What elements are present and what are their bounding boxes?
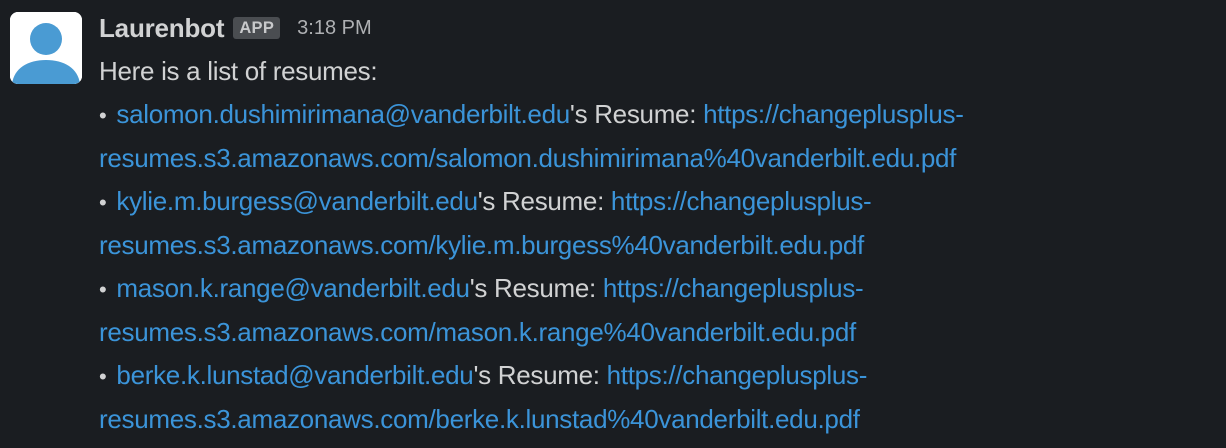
- resume-url-link-continued[interactable]: resumes.s3.amazonaws.com/kylie.m.burgess…: [99, 230, 864, 260]
- resume-url-link[interactable]: https://changeplusplus-: [607, 360, 868, 390]
- email-link[interactable]: salomon.dushimirimana@vanderbilt.edu: [116, 99, 570, 129]
- sender-name[interactable]: Laurenbot: [99, 13, 225, 44]
- resume-label: 's Resume:: [477, 186, 611, 216]
- resume-url-link[interactable]: https://changeplusplus-: [603, 273, 864, 303]
- message-intro: Here is a list of resumes:: [99, 56, 378, 86]
- chat-message: Laurenbot APP 3:18 PM Here is a list of …: [0, 0, 1226, 448]
- resume-label: 's Resume:: [569, 99, 704, 129]
- resume-url-link[interactable]: https://changeplusplus-: [703, 99, 964, 129]
- message-timestamp[interactable]: 3:18 PM: [297, 17, 371, 40]
- bullet-icon: •: [99, 103, 107, 128]
- email-link[interactable]: kylie.m.burgess@vanderbilt.edu: [116, 186, 478, 216]
- message-header: Laurenbot APP 3:18 PM: [99, 6, 1214, 50]
- bullet-icon: •: [99, 190, 107, 215]
- resume-url-link-continued[interactable]: resumes.s3.amazonaws.com/salomon.dushimi…: [99, 143, 956, 173]
- resume-url-link-continued[interactable]: resumes.s3.amazonaws.com/berke.k.lunstad…: [99, 404, 860, 434]
- email-link[interactable]: berke.k.lunstad@vanderbilt.edu: [116, 360, 473, 390]
- message-content: Laurenbot APP 3:18 PM Here is a list of …: [99, 6, 1214, 441]
- bullet-icon: •: [99, 277, 107, 302]
- resume-url-link[interactable]: https://changeplusplus-: [611, 186, 872, 216]
- resume-label: 's Resume:: [469, 273, 603, 303]
- list-item: • salomon.dushimirimana@vanderbilt.edu's …: [99, 93, 1214, 180]
- resume-url-link-continued[interactable]: resumes.s3.amazonaws.com/mason.k.range%4…: [99, 317, 856, 347]
- app-badge: APP: [233, 17, 281, 39]
- list-item: • kylie.m.burgess@vanderbilt.edu's Resume…: [99, 180, 1214, 267]
- resume-label: 's Resume:: [473, 360, 607, 390]
- list-item: • mason.k.range@vanderbilt.edu's Resume: …: [99, 267, 1214, 354]
- bullet-icon: •: [99, 364, 107, 389]
- list-item: • berke.k.lunstad@vanderbilt.edu's Resume…: [99, 354, 1214, 441]
- user-avatar-icon[interactable]: [10, 12, 82, 84]
- email-link[interactable]: mason.k.range@vanderbilt.edu: [116, 273, 470, 303]
